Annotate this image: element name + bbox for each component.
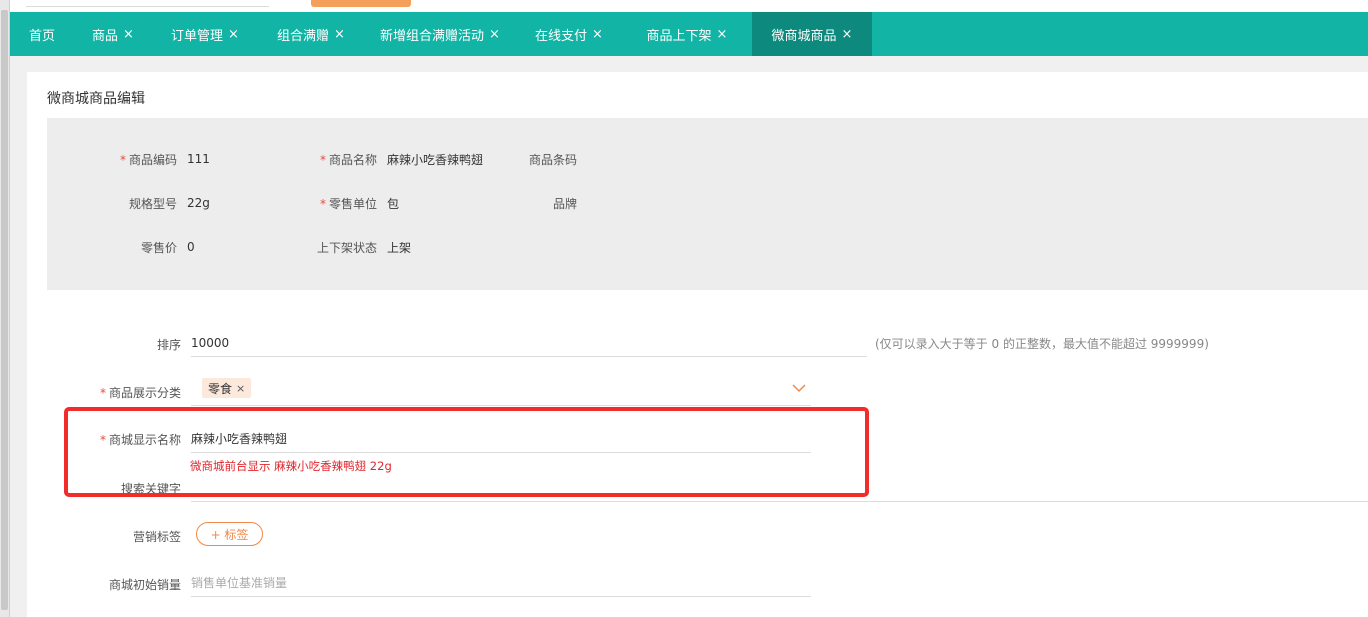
tab-label: 订单管理 — [171, 28, 224, 44]
info-value: 111 — [187, 152, 210, 166]
info-label: 商品条码 — [528, 152, 577, 167]
tab-online-pay[interactable]: 在线支付 × — [516, 12, 622, 56]
info-unit: * 零售单位 包 — [307, 195, 399, 211]
close-icon[interactable]: × — [228, 27, 239, 42]
info-status: 上下架状态 上架 — [307, 239, 411, 255]
top-toolbar-remnant — [10, 0, 1368, 12]
tab-orders[interactable]: 订单管理 × — [152, 12, 258, 56]
info-name: * 商品名称 麻辣小吃香辣鸭翅 — [307, 151, 483, 167]
tab-label: 首页 — [28, 28, 55, 44]
info-value: 0 — [187, 240, 195, 254]
required-mark: * — [99, 386, 106, 400]
info-label: 品牌 — [552, 196, 577, 211]
marketing-tag-label: 营销标签 — [132, 530, 181, 544]
highlight-annotation — [64, 407, 869, 497]
page-title: 微商城商品编辑 — [47, 91, 145, 107]
info-label: 商品编码 — [128, 152, 177, 167]
tab-home[interactable]: 首页 — [10, 12, 74, 56]
info-code: * 商品编码 111 — [107, 151, 210, 167]
add-tag-button[interactable]: + 标签 — [196, 522, 263, 546]
tab-new-combo-gift[interactable]: 新增组合满赠活动 × — [364, 12, 516, 56]
edit-card: 微商城商品编辑 * 商品编码 111 * 商品名称 麻辣小吃香辣鸭翅 商品条码 规格… — [27, 72, 1368, 617]
info-value: 包 — [387, 196, 400, 211]
tab-combo-gift[interactable]: 组合满赠 × — [258, 12, 364, 56]
keyword-underline[interactable] — [191, 501, 1368, 502]
required-mark: * — [319, 196, 326, 211]
info-barcode: 商品条码 — [507, 151, 587, 167]
close-icon[interactable]: × — [842, 27, 853, 42]
info-label: 商品名称 — [328, 152, 377, 167]
tab-label: 商品 — [92, 28, 119, 44]
info-spec: 规格型号 22g — [107, 195, 210, 211]
initial-sales-label: 商城初始销量 — [108, 578, 181, 592]
top-action-button[interactable] — [311, 0, 411, 7]
close-icon[interactable]: × — [236, 382, 245, 395]
close-icon[interactable]: × — [489, 27, 500, 42]
info-label: 规格型号 — [128, 196, 177, 211]
info-label: 零售价 — [140, 240, 177, 255]
required-mark: * — [319, 152, 326, 167]
initial-sales-input[interactable] — [191, 573, 811, 597]
tab-shelf[interactable]: 商品上下架 × — [622, 12, 752, 56]
close-icon[interactable]: × — [717, 27, 728, 42]
info-value: 22g — [187, 196, 210, 210]
close-icon[interactable]: × — [592, 27, 603, 42]
category-tag: 零食 × — [202, 378, 252, 398]
info-label: 上下架状态 — [316, 240, 377, 255]
product-info-panel: * 商品编码 111 * 商品名称 麻辣小吃香辣鸭翅 商品条码 规格型号 22g *… — [47, 118, 1368, 290]
scrollbar-thumb[interactable] — [1, 10, 8, 610]
required-mark: * — [119, 152, 126, 167]
tab-label: 微商城商品 — [771, 28, 837, 44]
info-label: 零售单位 — [328, 196, 377, 211]
sort-hint: (仅可以录入大于等于 0 的正整数，最大值不能超过 9999999) — [875, 337, 1209, 351]
close-icon[interactable]: × — [334, 27, 345, 42]
category-underline — [191, 405, 811, 406]
tab-label: 在线支付 — [535, 28, 588, 44]
category-tag-label: 零食 — [208, 381, 233, 396]
chevron-down-icon[interactable] — [792, 383, 806, 393]
category-label-text: 商品展示分类 — [108, 386, 181, 400]
close-icon[interactable]: × — [123, 27, 134, 42]
tab-goods[interactable]: 商品 × — [74, 12, 152, 56]
tab-label: 商品上下架 — [646, 28, 712, 44]
info-brand: 品牌 — [507, 195, 587, 211]
tab-label: 组合满赠 — [277, 28, 330, 44]
page-scrollbar[interactable] — [0, 0, 10, 617]
info-value: 麻辣小吃香辣鸭翅 — [387, 152, 484, 167]
info-value: 上架 — [387, 240, 412, 255]
tab-bar: 首页 商品 × 订单管理 × 组合满赠 × 新增组合满赠活动 × 在线支付 × 商品上下架… — [10, 12, 1368, 56]
search-input-edge[interactable] — [26, 6, 269, 7]
tab-micro-mall-goods[interactable]: 微商城商品 × — [752, 12, 872, 56]
sort-input[interactable] — [191, 333, 867, 357]
sort-label: 排序 — [156, 338, 181, 352]
category-label: * 商品展示分类 — [21, 384, 181, 401]
tab-label: 新增组合满赠活动 — [380, 28, 485, 44]
info-price: 零售价 0 — [107, 239, 195, 255]
